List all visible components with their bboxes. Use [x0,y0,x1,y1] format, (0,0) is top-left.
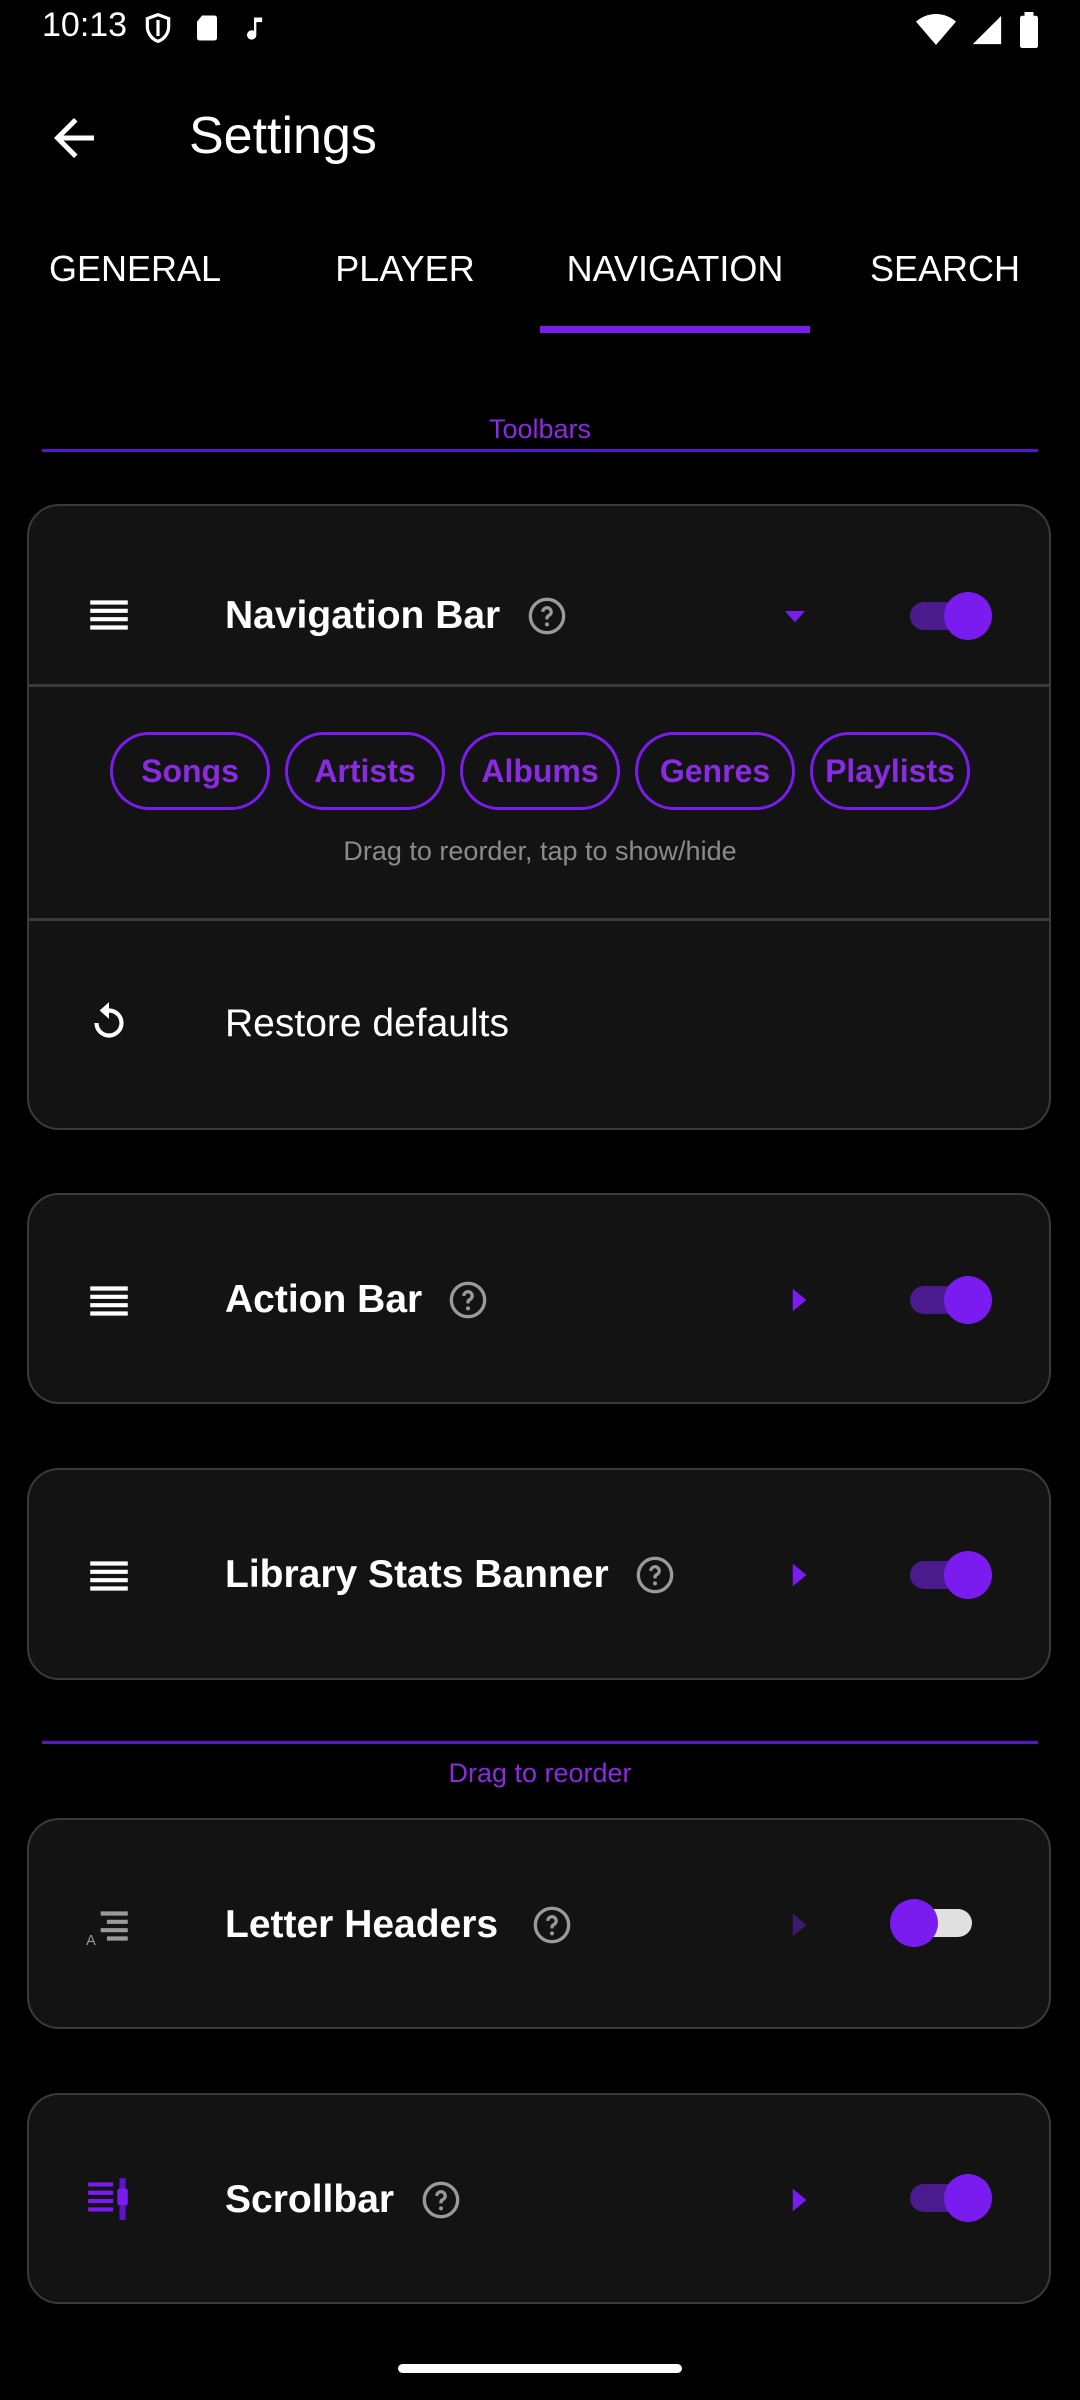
letter-headers-toggle[interactable] [886,1898,976,1948]
navigation-bar-title: Navigation Bar [225,594,501,637]
tab-search[interactable]: SEARCH [810,248,1080,290]
svg-text:A: A [86,1933,96,1949]
status-time: 10:13 [42,6,128,44]
scrollbar-card [27,2093,1051,2304]
page-title: Settings [189,107,377,165]
sd-card-icon [197,15,217,41]
scrollbar-icon [88,2178,128,2220]
chip-playlists[interactable]: Playlists [810,732,970,810]
tab-navigation[interactable]: NAVIGATION [540,248,810,290]
restore-defaults-row[interactable] [27,921,1051,1128]
section-divider [42,1741,1038,1744]
chip-songs[interactable]: Songs [110,732,270,810]
chip-albums[interactable]: Albums [460,732,620,810]
battery-icon [1020,12,1038,48]
scrollbar-title: Scrollbar [225,2178,395,2221]
navigation-bar-toggle[interactable] [906,591,996,641]
tab-general[interactable]: GENERAL [0,248,270,290]
drag-handle-icon[interactable] [84,1551,134,1601]
section-reorder-label: Drag to reorder [448,1758,632,1788]
chevron-right-icon[interactable] [784,1910,814,1940]
signal-icon [972,15,1002,45]
action-bar-card [27,1193,1051,1404]
music-note-icon [247,17,263,40]
status-icons-right [916,12,1040,48]
chevron-right-icon[interactable] [784,2185,814,2215]
card-divider [27,684,1051,687]
drag-handle-icon[interactable] [84,590,134,640]
help-icon[interactable] [635,1555,675,1595]
chip-artists[interactable]: Artists [285,732,445,810]
chip-genres[interactable]: Genres [635,732,795,810]
chevron-down-icon[interactable] [780,601,810,631]
library-stats-banner-toggle[interactable] [906,1550,996,1600]
shield-icon [145,12,171,44]
chevron-right-icon[interactable] [784,1560,814,1590]
help-icon[interactable] [448,1280,488,1320]
restore-icon [94,1002,124,1038]
back-button[interactable] [44,108,104,168]
chevron-right-icon[interactable] [784,1285,814,1315]
drag-handle-icon[interactable] [84,1276,134,1326]
wifi-icon [916,14,956,45]
status-bar: 10:13 [0,0,1080,62]
letter-headers-title: Letter Headers [225,1903,499,1946]
tab-player[interactable]: PLAYER [270,248,540,290]
library-stats-banner-title: Library Stats Banner [225,1553,609,1596]
arrow-back-icon [54,118,94,158]
section-toolbars-label: Toolbars [488,414,592,444]
letter-headers-icon: A [86,1911,128,1949]
chip-hint: Drag to reorder, tap to show/hide [343,836,737,866]
help-icon[interactable] [421,2180,461,2220]
tab-indicator [540,326,810,333]
home-indicator[interactable] [398,2364,682,2373]
help-icon[interactable] [532,1905,572,1945]
section-divider [42,449,1038,452]
help-icon[interactable] [527,596,567,636]
action-bar-toggle[interactable] [906,1275,996,1325]
scrollbar-toggle[interactable] [906,2173,996,2223]
action-bar-title: Action Bar [225,1278,423,1321]
status-icons-left [142,10,268,46]
restore-defaults-label: Restore defaults [225,1002,509,1045]
